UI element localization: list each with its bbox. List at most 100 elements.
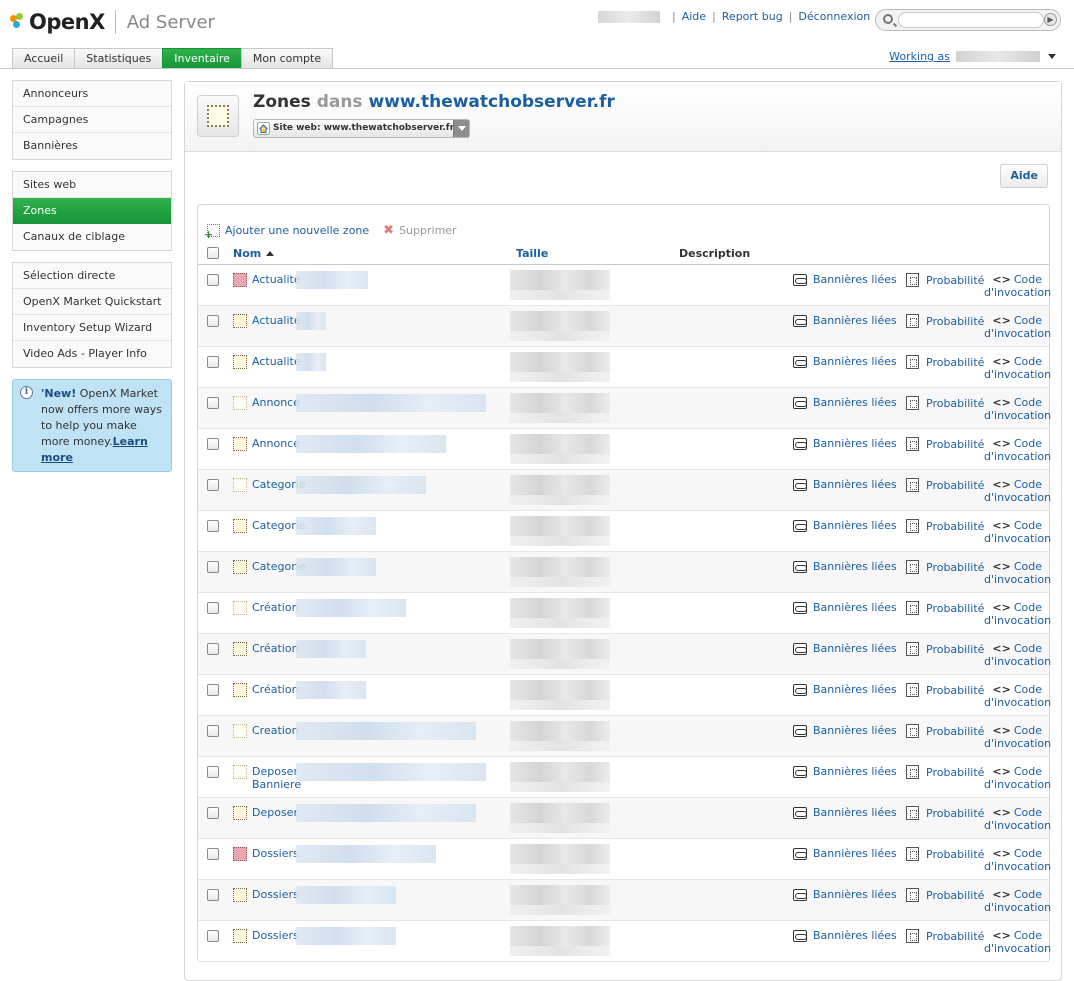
row-checkbox[interactable] bbox=[207, 725, 219, 737]
page-title-site[interactable]: www.thewatchobserver.fr bbox=[368, 92, 614, 112]
column-header-name[interactable]: Nom bbox=[233, 247, 275, 260]
row-checkbox[interactable] bbox=[207, 848, 219, 860]
probability-link[interactable]: Probabilité bbox=[906, 437, 984, 451]
probability-link[interactable]: Probabilité bbox=[906, 765, 984, 779]
openx-logo[interactable]: OpenX Ad Server bbox=[10, 6, 215, 38]
linked-banners-link[interactable]: Bannières liées bbox=[793, 560, 897, 573]
sidebar-item-market-quickstart[interactable]: OpenX Market Quickstart bbox=[13, 289, 171, 315]
row-checkbox[interactable] bbox=[207, 561, 219, 573]
row-checkbox[interactable] bbox=[207, 930, 219, 942]
help-link[interactable]: Aide bbox=[682, 10, 706, 23]
invocation-code-link[interactable]: <> Code d'invocation bbox=[984, 273, 1051, 299]
chevron-down-icon[interactable] bbox=[453, 120, 469, 137]
row-checkbox[interactable] bbox=[207, 602, 219, 614]
invocation-code-link[interactable]: <> Code d'invocation bbox=[984, 396, 1051, 422]
probability-link[interactable]: Probabilité bbox=[906, 806, 984, 820]
linked-banners-link[interactable]: Bannières liées bbox=[793, 847, 897, 860]
linked-banners-link[interactable]: Bannières liées bbox=[793, 806, 897, 819]
row-checkbox[interactable] bbox=[207, 274, 219, 286]
invocation-code-link[interactable]: <> Code d'invocation bbox=[984, 601, 1051, 627]
row-checkbox[interactable] bbox=[207, 684, 219, 696]
linked-banners-link[interactable]: Bannières liées bbox=[793, 683, 897, 696]
row-checkbox[interactable] bbox=[207, 807, 219, 819]
invocation-code-link[interactable]: <> Code d'invocation bbox=[984, 683, 1051, 709]
tab-accueil[interactable]: Accueil bbox=[12, 48, 76, 69]
probability-link[interactable]: Probabilité bbox=[906, 601, 984, 615]
probability-link[interactable]: Probabilité bbox=[906, 888, 984, 902]
row-checkbox[interactable] bbox=[207, 889, 219, 901]
row-checkbox[interactable] bbox=[207, 397, 219, 409]
linked-banners-link[interactable]: Bannières liées bbox=[793, 888, 897, 901]
sidebar-item-bannieres[interactable]: Bannières bbox=[13, 133, 171, 159]
probability-link[interactable]: Probabilité bbox=[906, 519, 984, 533]
row-checkbox[interactable] bbox=[207, 479, 219, 491]
linked-banners-link[interactable]: Bannières liées bbox=[793, 478, 897, 491]
linked-banners-link[interactable]: Bannières liées bbox=[793, 314, 897, 327]
probability-link[interactable]: Probabilité bbox=[906, 929, 984, 943]
probability-link[interactable]: Probabilité bbox=[906, 642, 984, 656]
delete-button[interactable]: ✖ Supprimer bbox=[383, 217, 456, 243]
linked-banners-link[interactable]: Bannières liées bbox=[793, 437, 897, 450]
tab-statistiques[interactable]: Statistiques bbox=[74, 48, 164, 69]
row-checkbox[interactable] bbox=[207, 315, 219, 327]
row-checkbox[interactable] bbox=[207, 520, 219, 532]
tab-inventaire[interactable]: Inventaire bbox=[162, 48, 242, 69]
select-all-checkbox[interactable] bbox=[207, 247, 219, 259]
site-selector[interactable]: Site web: www.thewatchobserver.fr bbox=[253, 119, 470, 138]
invocation-code-link[interactable]: <> Code d'invocation bbox=[984, 847, 1051, 873]
probability-link[interactable]: Probabilité bbox=[906, 847, 984, 861]
sidebar-item-zones[interactable]: Zones bbox=[13, 198, 171, 224]
report-bug-link[interactable]: Report bug bbox=[722, 10, 783, 23]
invocation-code-link[interactable]: <> Code d'invocation bbox=[984, 765, 1051, 791]
linked-banners-link[interactable]: Bannières liées bbox=[793, 273, 897, 286]
probability-link[interactable]: Probabilité bbox=[906, 560, 984, 574]
sidebar-item-sites-web[interactable]: Sites web bbox=[13, 172, 171, 198]
invocation-code-link[interactable]: <> Code d'invocation bbox=[984, 806, 1051, 832]
probability-link[interactable]: Probabilité bbox=[906, 683, 984, 697]
invocation-code-link[interactable]: <> Code d'invocation bbox=[984, 355, 1051, 381]
sidebar-item-video-ads[interactable]: Video Ads - Player Info bbox=[13, 341, 171, 367]
working-as-label[interactable]: Working as bbox=[889, 50, 950, 63]
probability-link[interactable]: Probabilité bbox=[906, 355, 984, 369]
invocation-code-link[interactable]: <> Code d'invocation bbox=[984, 314, 1051, 340]
row-checkbox[interactable] bbox=[207, 643, 219, 655]
invocation-code-link[interactable]: <> Code d'invocation bbox=[984, 519, 1051, 545]
linked-banners-link[interactable]: Bannières liées bbox=[793, 765, 897, 778]
invocation-code-link[interactable]: <> Code d'invocation bbox=[984, 478, 1051, 504]
sidebar-item-campagnes[interactable]: Campagnes bbox=[13, 107, 171, 133]
linked-banners-link[interactable]: Bannières liées bbox=[793, 519, 897, 532]
linked-banners-link[interactable]: Bannières liées bbox=[793, 724, 897, 737]
sidebar-item-annonceurs[interactable]: Annonceurs bbox=[13, 81, 171, 107]
row-checkbox[interactable] bbox=[207, 766, 219, 778]
invocation-code-link[interactable]: <> Code d'invocation bbox=[984, 560, 1051, 586]
invocation-code-link[interactable]: <> Code d'invocation bbox=[984, 888, 1051, 914]
sidebar-item-selection-directe[interactable]: Sélection directe bbox=[13, 263, 171, 289]
chevron-down-icon[interactable] bbox=[1048, 54, 1056, 59]
search-go-icon[interactable]: ▶ bbox=[1044, 13, 1057, 26]
invocation-code-link[interactable]: <> Code d'invocation bbox=[984, 929, 1051, 955]
search-input[interactable] bbox=[898, 12, 1044, 28]
help-button[interactable]: Aide bbox=[1000, 164, 1048, 188]
column-header-size[interactable]: Taille bbox=[516, 247, 548, 260]
probability-link[interactable]: Probabilité bbox=[906, 273, 984, 287]
probability-link[interactable]: Probabilité bbox=[906, 396, 984, 410]
probability-link[interactable]: Probabilité bbox=[906, 478, 984, 492]
tab-mon-compte[interactable]: Mon compte bbox=[240, 48, 334, 69]
account-switcher[interactable]: Working as bbox=[889, 50, 1056, 63]
row-checkbox[interactable] bbox=[207, 356, 219, 368]
sidebar-item-canaux-de-ciblage[interactable]: Canaux de ciblage bbox=[13, 224, 171, 250]
linked-banners-link[interactable]: Bannières liées bbox=[793, 601, 897, 614]
linked-banners-link[interactable]: Bannières liées bbox=[793, 929, 897, 942]
invocation-code-link[interactable]: <> Code d'invocation bbox=[984, 437, 1051, 463]
invocation-code-link[interactable]: <> Code d'invocation bbox=[984, 724, 1051, 750]
linked-banners-link[interactable]: Bannières liées bbox=[793, 396, 897, 409]
logout-link[interactable]: Déconnexion bbox=[798, 10, 870, 23]
linked-banners-link[interactable]: Bannières liées bbox=[793, 642, 897, 655]
add-zone-button[interactable]: Ajouter une nouvelle zone bbox=[204, 217, 369, 243]
invocation-code-link[interactable]: <> Code d'invocation bbox=[984, 642, 1051, 668]
probability-link[interactable]: Probabilité bbox=[906, 314, 984, 328]
linked-banners-link[interactable]: Bannières liées bbox=[793, 355, 897, 368]
row-checkbox[interactable] bbox=[207, 438, 219, 450]
sidebar-item-setup-wizard[interactable]: Inventory Setup Wizard bbox=[13, 315, 171, 341]
probability-link[interactable]: Probabilité bbox=[906, 724, 984, 738]
